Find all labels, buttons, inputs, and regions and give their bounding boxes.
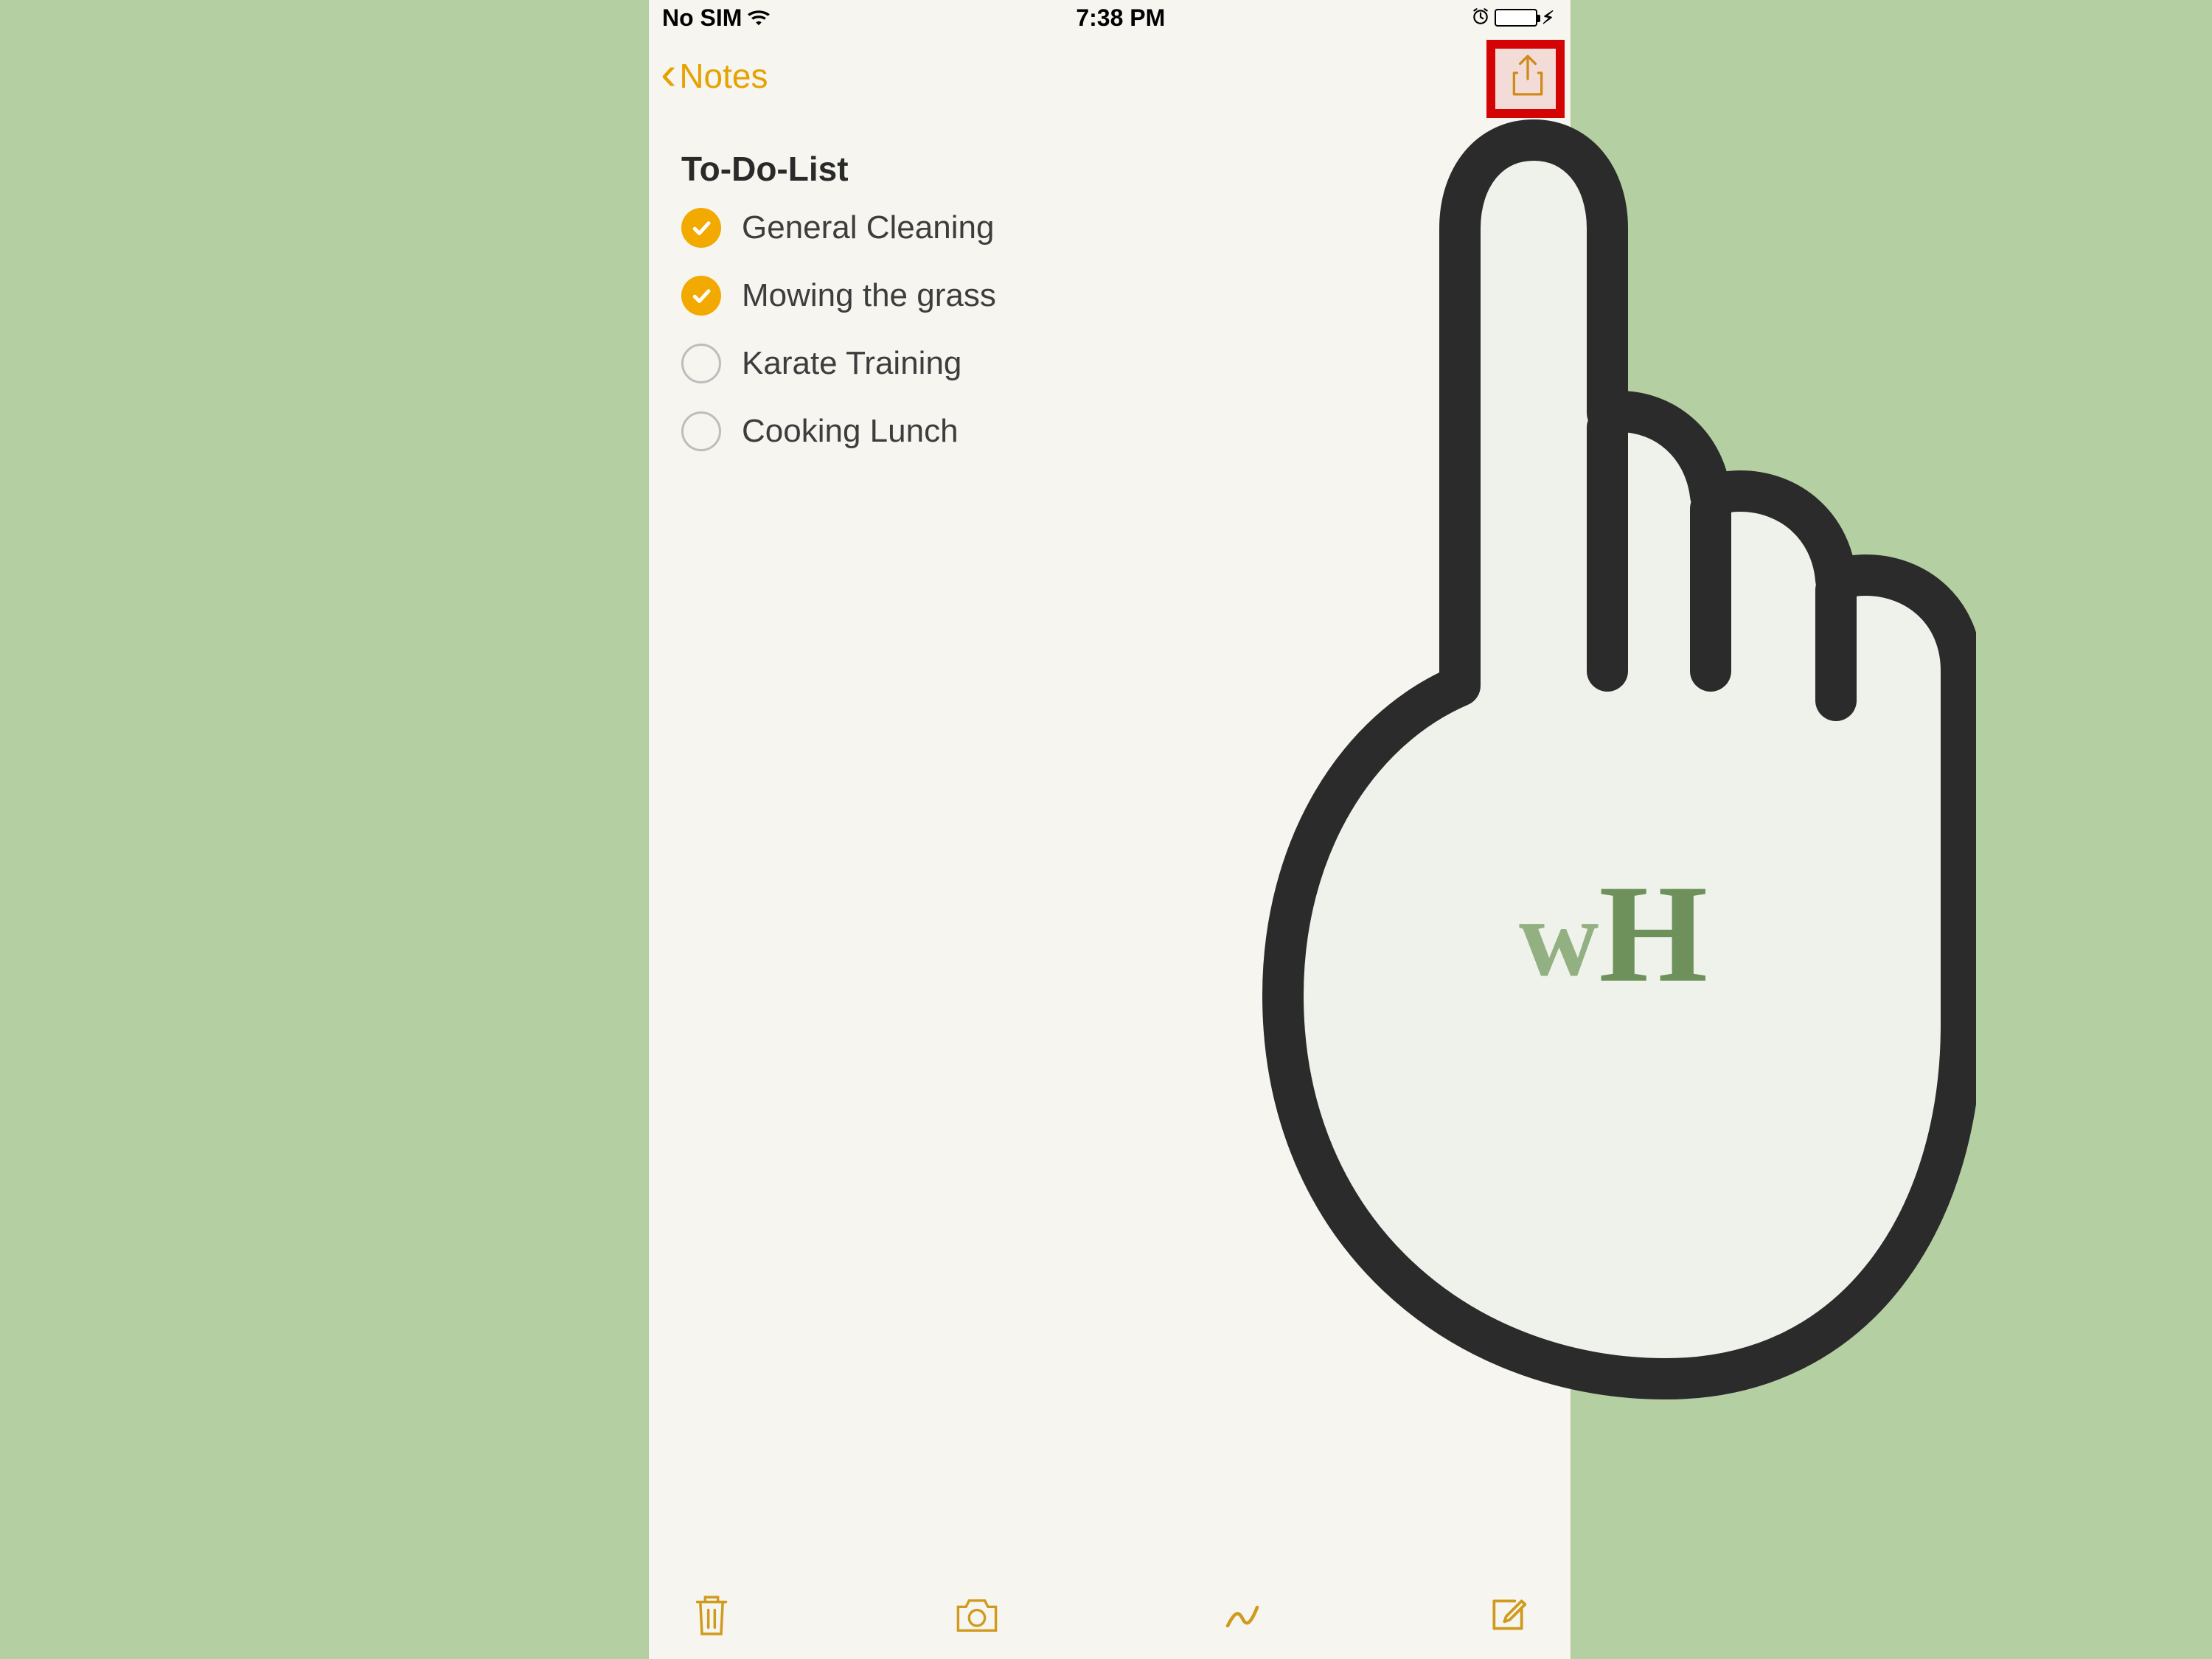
checkbox-unchecked-icon[interactable] (681, 344, 721, 383)
checklist-item[interactable]: Cooking Lunch (681, 411, 1541, 451)
checkbox-unchecked-icon[interactable] (681, 411, 721, 451)
wifi-icon (748, 4, 770, 32)
status-right: ⚡︎ (1471, 4, 1554, 32)
status-time: 7:38 PM (1076, 4, 1165, 32)
trash-icon (692, 1592, 731, 1638)
note-title: To-Do-List (681, 149, 1541, 189)
checklist-item-label: Karate Training (742, 345, 961, 382)
back-label: Notes (679, 56, 768, 96)
note-content: To-Do-List General Cleaning Mowing the gr… (649, 116, 1571, 494)
checkbox-checked-icon[interactable] (681, 276, 721, 316)
chevron-left-icon: ‹ (661, 49, 676, 97)
checklist-item[interactable]: General Cleaning (681, 208, 1541, 248)
watermark-H: H (1599, 857, 1708, 1012)
nav-bar: ‹ Notes (649, 35, 1571, 116)
checklist-item[interactable]: Mowing the grass (681, 276, 1541, 316)
status-bar: No SIM 7:38 PM ⚡︎ (649, 0, 1571, 35)
phone-screenshot: No SIM 7:38 PM ⚡︎ ‹ Notes To- (649, 0, 1571, 1659)
carrier-label: No SIM (662, 4, 742, 32)
compose-icon (1487, 1594, 1528, 1635)
sketch-icon (1220, 1593, 1265, 1637)
sketch-button[interactable] (1217, 1589, 1268, 1641)
camera-icon (953, 1596, 1001, 1634)
charging-icon: ⚡︎ (1542, 7, 1554, 29)
delete-button[interactable] (686, 1589, 737, 1641)
checkbox-checked-icon[interactable] (681, 208, 721, 248)
alarm-icon (1471, 4, 1490, 32)
checklist-item-label: General Cleaning (742, 209, 994, 246)
checklist-item-label: Cooking Lunch (742, 413, 959, 450)
bottom-toolbar (649, 1571, 1571, 1659)
checklist-item-label: Mowing the grass (742, 277, 996, 314)
checklist-item[interactable]: Karate Training (681, 344, 1541, 383)
share-icon (1509, 55, 1546, 97)
compose-button[interactable] (1482, 1589, 1534, 1641)
status-left: No SIM (662, 4, 770, 32)
battery-icon (1495, 9, 1537, 27)
back-button[interactable]: ‹ Notes (661, 52, 768, 100)
share-button[interactable] (1506, 54, 1550, 98)
camera-button[interactable] (951, 1589, 1003, 1641)
